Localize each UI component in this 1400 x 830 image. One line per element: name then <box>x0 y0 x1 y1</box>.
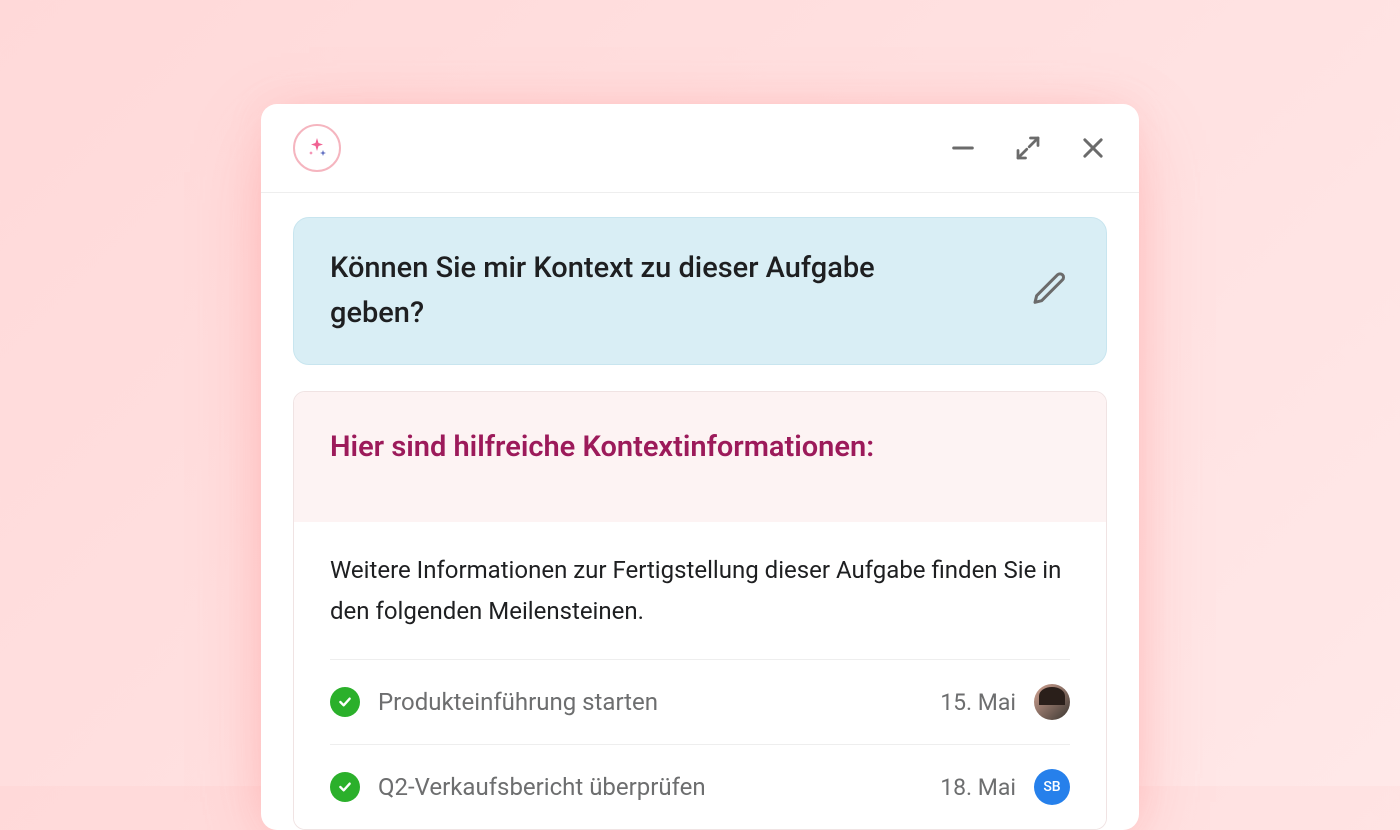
edit-prompt-button[interactable] <box>1030 269 1070 313</box>
assignee-avatar[interactable] <box>1034 684 1070 720</box>
checkmark-icon <box>330 687 360 717</box>
modal-body: Können Sie mir Kontext zu dieser Aufgabe… <box>261 193 1139 830</box>
user-prompt-box: Können Sie mir Kontext zu dieser Aufgabe… <box>293 217 1107 365</box>
response-body: Weitere Informationen zur Fertigstellung… <box>294 522 1106 830</box>
checkmark-icon <box>330 772 360 802</box>
modal-header <box>261 104 1139 193</box>
task-title: Produkteinführung starten <box>378 688 922 716</box>
task-row[interactable]: Produkteinführung starten 15. Mai <box>330 659 1070 744</box>
task-date: 18. Mai <box>940 774 1016 801</box>
response-title: Hier sind hilfreiche Kontextinformatione… <box>330 430 1070 464</box>
sparkle-icon <box>293 124 341 172</box>
minimize-button[interactable] <box>949 134 977 162</box>
task-date: 15. Mai <box>940 689 1016 716</box>
task-row[interactable]: Q2-Verkaufsbericht überprüfen 18. Mai SB <box>330 744 1070 829</box>
ai-assistant-modal: Können Sie mir Kontext zu dieser Aufgabe… <box>261 104 1139 830</box>
header-actions <box>949 133 1107 163</box>
expand-button[interactable] <box>1013 133 1043 163</box>
task-title: Q2-Verkaufsbericht überprüfen <box>378 773 922 801</box>
assignee-avatar[interactable]: SB <box>1034 769 1070 805</box>
user-prompt-text: Können Sie mir Kontext zu dieser Aufgabe… <box>330 246 950 336</box>
ai-response-card: Hier sind hilfreiche Kontextinformatione… <box>293 391 1107 830</box>
close-button[interactable] <box>1079 134 1107 162</box>
response-header: Hier sind hilfreiche Kontextinformatione… <box>294 392 1106 522</box>
response-description: Weitere Informationen zur Fertigstellung… <box>330 550 1070 660</box>
